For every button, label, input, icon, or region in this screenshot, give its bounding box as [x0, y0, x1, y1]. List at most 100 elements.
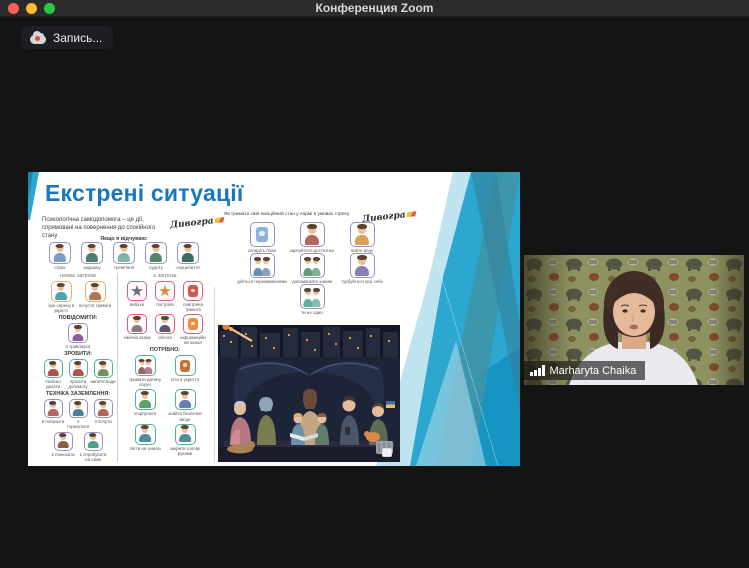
- inform-cards: я тривожуся: [40, 323, 116, 349]
- pictogram-obj-icon: [251, 223, 274, 246]
- picto-cell: випити води: [91, 359, 116, 384]
- pictogram-person-icon: [52, 282, 71, 301]
- picto-card: [300, 222, 325, 247]
- picto-cell: почуття тривоги: [78, 281, 112, 308]
- picto-card: [135, 355, 156, 376]
- picto-label: 1 спробувати на смак: [78, 452, 108, 462]
- recording-indicator[interactable]: Запись...: [21, 26, 113, 49]
- pictogram-person-icon: [69, 324, 87, 342]
- shared-screen-slide: Екстрені ситуації Психологічна самодопом…: [28, 172, 520, 466]
- picto-cell: лягти на землю: [125, 424, 165, 451]
- picto-cell: 5 побачити: [41, 399, 66, 424]
- picto-label: облога: [151, 335, 179, 340]
- picto-card: [177, 242, 199, 264]
- picto-label: вибухи: [123, 302, 151, 307]
- picto-cell: просити допомогу: [66, 359, 91, 389]
- pictogram-burst-icon: [156, 282, 174, 300]
- pictogram-person-icon: [45, 360, 62, 377]
- picto-cell: облога: [151, 314, 179, 340]
- participant-name-tag: Marharyta Chaika: [524, 361, 645, 380]
- picto-card: [44, 359, 63, 378]
- picto-label: 5 побачити: [41, 419, 66, 424]
- pictogram-person-icon: [114, 243, 134, 263]
- picto-cell: діліться переживаннями: [237, 253, 287, 284]
- picto-card: [135, 389, 156, 410]
- picto-cell: 4 торкнутися: [66, 399, 91, 429]
- picto-label: випити води: [91, 379, 116, 384]
- picto-card: [54, 432, 73, 451]
- picto-card: [175, 424, 196, 445]
- section-header-grounding: ТЕХНІКА ЗАЗЕМЛЕННЯ:: [40, 391, 116, 397]
- picto-card: [350, 253, 375, 278]
- threat-cards-row1: вибухипострілиповітряна тривога: [123, 281, 207, 312]
- picto-label: лягти на землю: [125, 446, 165, 451]
- picto-label: страх: [44, 265, 76, 270]
- pictogram-person-icon: [45, 400, 62, 417]
- pictogram-person-icon: [70, 400, 87, 417]
- picto-cell: чую сирену в укритті: [44, 281, 78, 313]
- picto-label: закрити голову руками: [165, 446, 205, 456]
- slide-title: Екстрені ситуації: [45, 180, 244, 207]
- pictogram-people-icon: [136, 356, 155, 375]
- section-header-needed: ПОТРІБНО:: [123, 347, 207, 353]
- threat-cards-row2: хімічна атакаоблогаінформаційний канал: [123, 314, 207, 345]
- picto-cell: вибухи: [123, 281, 151, 307]
- grounding-cards-row2: 2 понюхати1 спробувати на смак: [40, 432, 116, 462]
- picto-card: [113, 242, 135, 264]
- pictogram-person-icon: [156, 315, 174, 333]
- section-header-no-threat: немає загрози: [40, 273, 116, 279]
- picto-card: [69, 399, 88, 418]
- picto-card: [175, 355, 196, 376]
- panel-divider: [214, 287, 215, 463]
- threat-branch: немає загрози чую сирену в укриттіпочутт…: [40, 273, 208, 462]
- picto-cell: турбуйтеся про себе: [337, 253, 387, 284]
- picto-card: [350, 222, 375, 247]
- picto-label: повітряна тривога: [179, 302, 207, 312]
- pictogram-person-icon: [178, 243, 198, 263]
- picto-card: [44, 399, 63, 418]
- picto-label: тримати дитину поруч: [125, 377, 165, 387]
- zoom-meeting-window: Конференция Zoom Запись... Екстрені ситу…: [0, 0, 749, 568]
- picto-cell: задишку: [76, 242, 108, 270]
- picto-card: [94, 399, 113, 418]
- participant-video-tile[interactable]: Marharyta Chaika: [524, 255, 744, 385]
- picto-cell: згорнутися: [125, 389, 165, 416]
- picto-card: [135, 424, 156, 445]
- picto-label: постріли: [151, 302, 179, 307]
- pictogram-people-icon: [301, 254, 324, 277]
- picto-cell: піти в укриття: [165, 355, 205, 382]
- needed-cards-row1: тримати дитину поручпіти в укриття: [123, 355, 207, 387]
- pictogram-person-icon: [136, 390, 155, 409]
- logo-flag-icon: [406, 211, 416, 217]
- pictogram-person-icon: [95, 400, 112, 417]
- picto-card: [250, 222, 275, 247]
- pictogram-person-icon: [351, 223, 374, 246]
- picto-cell: серцебиття: [172, 242, 204, 270]
- picto-label: згорнутися: [125, 411, 165, 416]
- grounding-cards-row1: 5 побачити4 торкнутися3 почути: [40, 399, 116, 429]
- participant-name: Marharyta Chaika: [550, 365, 637, 377]
- picto-card: [175, 389, 196, 410]
- pictogram-person-icon: [146, 243, 166, 263]
- picto-label: просити допомогу: [66, 379, 91, 389]
- picto-card: [183, 281, 203, 301]
- picto-card: [127, 314, 147, 334]
- picto-label: турбуйтеся про себе: [337, 279, 387, 284]
- picto-card: [183, 314, 203, 334]
- picto-label: нудоту: [140, 265, 172, 270]
- picto-label: серцебиття: [172, 265, 204, 270]
- picto-cell: харчуйтеся достатньо: [287, 222, 337, 253]
- picto-cell: страх: [44, 242, 76, 270]
- pictogram-person-icon: [86, 282, 105, 301]
- column-divider: [117, 273, 118, 462]
- needed-cards-row3: лягти на землюзакрити голову руками: [123, 424, 207, 456]
- picto-cell: глибоко дихати: [41, 359, 66, 389]
- picto-label: ти не один: [287, 310, 337, 315]
- picto-label: я тривожуся: [61, 344, 95, 349]
- section-header-threat: є загроза: [123, 273, 207, 279]
- needed-cards-row2: згорнутисязнайти безпечне місце: [123, 389, 207, 421]
- illustration-watermark: [382, 448, 392, 457]
- picto-cell: тримати дитину поруч: [125, 355, 165, 387]
- picto-card: [127, 281, 147, 301]
- pictogram-person-icon: [136, 425, 155, 444]
